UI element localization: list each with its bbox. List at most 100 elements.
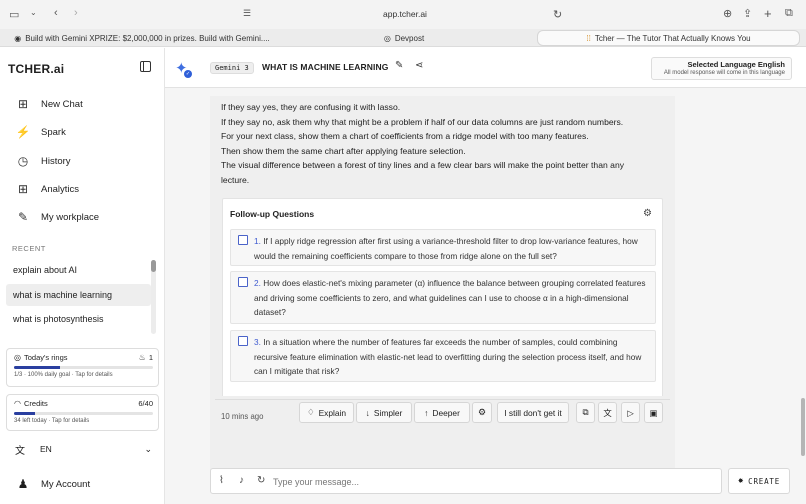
followup-title: Follow-up Questions [230, 209, 315, 219]
microphone-icon[interactable]: ♪ [239, 475, 244, 486]
followup-questions: Follow-up Questions ⚙ 1. If I apply ridg… [222, 198, 663, 409]
tab-bar: ◉ Build with Gemini XPRIZE: $2,000,000 i… [0, 29, 806, 47]
download-icon[interactable]: ⊕ [723, 7, 732, 20]
chat-header: ✦ ✓ Gemini 3 WHAT IS MACHINE LEARNING ✎ … [165, 48, 806, 88]
page-settings-icon[interactable]: ☰ [243, 8, 251, 19]
followup-question[interactable]: 1. If I apply ridge regression after fir… [230, 229, 656, 266]
message-line: lecture. [221, 175, 250, 185]
explain-button[interactable]: ♢ Explain [299, 402, 354, 423]
translate-icon: 文 [15, 445, 25, 457]
verified-badge-icon: ✓ [184, 70, 192, 78]
new-chat-icon: ⊞ [17, 97, 29, 111]
question-checkbox[interactable] [238, 277, 248, 287]
brand-logo[interactable]: TCH⁠ER.ai [8, 62, 64, 76]
new-tab-icon[interactable]: + [764, 6, 772, 21]
sidebar-toggle-icon[interactable]: ▭ [9, 8, 19, 21]
message-line: For your next class, show them a chart o… [221, 131, 589, 141]
message-actions-area: 10 mins ago ♢ Explain ↓ Simpler ↑ Deeper ⚙ … [210, 396, 675, 438]
save-button[interactable]: ▣ [644, 402, 663, 423]
save-icon: ▣ [649, 407, 658, 418]
rings-icon: ◎ [14, 353, 21, 362]
arrow-up-icon: ↑ [424, 407, 429, 418]
bolt-icon: ⚡ [15, 125, 31, 139]
followup-question[interactable]: 2. How does elastic-net's mixing paramet… [230, 271, 656, 324]
message-line: If they say no, ask them why that might … [221, 117, 624, 127]
message-input[interactable] [273, 473, 703, 490]
selected-language-box: Selected Language English All model resp… [651, 57, 792, 80]
play-button[interactable]: ▷ [621, 402, 640, 423]
devpost-favicon-icon: ◎ [383, 33, 391, 43]
recent-item[interactable]: what is photosynthesis [6, 308, 151, 330]
xprize-favicon-icon: ◉ [14, 33, 22, 43]
refresh-icon[interactable]: ↻ [257, 475, 265, 486]
followup-question[interactable]: 3. In a situation where the number of fe… [230, 330, 656, 382]
gauge-icon: ◠ [14, 399, 21, 408]
gear-icon: ⚙ [477, 407, 487, 417]
arrow-down-icon: ↓ [365, 407, 370, 418]
grid-icon: ⊞ [17, 182, 29, 196]
message-line: Then show them the same chart after appl… [221, 146, 466, 156]
tab-overview-icon[interactable]: ⧉ [785, 7, 793, 20]
sidebar-item-spark[interactable]: ⚡ Spark [0, 121, 165, 143]
dont-get-it-button[interactable]: I still don't get it [497, 402, 569, 423]
message-line: The visual difference between a forest o… [221, 160, 625, 170]
divider [215, 399, 670, 400]
tab-xprize[interactable]: ◉ Build with Gemini XPRIZE: $2,000,000 i… [14, 30, 270, 46]
deeper-button[interactable]: ↑ Deeper [414, 402, 470, 423]
tab-tcher[interactable]: ⁞⁞ Tcher — The Tutor That Actually Knows… [537, 30, 800, 46]
back-icon[interactable]: ‹ [54, 7, 58, 19]
address-bar[interactable]: app.tcher.ai [383, 9, 427, 19]
simpler-button[interactable]: ↓ Simpler [356, 402, 412, 423]
share-icon[interactable]: ⋖ [415, 60, 423, 71]
play-icon: ▷ [627, 407, 634, 418]
tab-devpost[interactable]: ◎ Devpost [276, 30, 532, 46]
sidebar: TCH⁠ER.ai ⊞ New Chat ⚡ Spark ◷ History ⊞… [0, 48, 165, 504]
copy-icon: ⧉ [582, 407, 589, 417]
chat-title: WHAT IS MACHINE LEARNING [262, 62, 389, 72]
credits-card[interactable]: ◠ Credits 6/40 34 left today · Tap for d… [6, 394, 159, 431]
sidebar-item-analytics[interactable]: ⊞ Analytics [0, 178, 165, 200]
rings-details: 1/3 · 100% daily goal · Tap for details [14, 372, 113, 378]
model-badge[interactable]: Gemini 3 [210, 62, 254, 74]
message-composer: ⌇ ♪ ↻ [210, 468, 722, 494]
collapse-sidebar-icon[interactable] [140, 61, 151, 72]
question-checkbox[interactable] [238, 336, 248, 346]
browser-toolbar: ▭ ⌄ ‹ › ☰ app.tcher.ai ↻ ⊕ ⇪ + ⧉ [0, 0, 806, 29]
translate-button[interactable]: 文 [598, 402, 617, 423]
reload-icon[interactable]: ↻ [553, 8, 562, 21]
sidebar-item-new-chat[interactable]: ⊞ New Chat [0, 93, 165, 115]
sidebar-item-workplace[interactable]: ✎ My workplace [0, 206, 165, 228]
forward-icon[interactable]: › [74, 7, 78, 19]
recent-item[interactable]: what is machine learning [6, 284, 151, 306]
rename-icon[interactable]: ✎ [395, 60, 403, 71]
copy-button[interactable]: ⧉ [576, 402, 595, 423]
edit-icon: ✎ [17, 210, 29, 224]
recent-item[interactable]: explain about AI [6, 259, 151, 281]
gear-icon[interactable]: ⚙ [643, 208, 652, 219]
flame-icon: ♨ [138, 353, 146, 362]
sparkle-icon: ✸ [737, 476, 745, 486]
chevron-down-icon[interactable]: ⌄ [30, 8, 37, 17]
message-line: If they say yes, they are confusing it w… [221, 102, 401, 112]
sidebar-item-history[interactable]: ◷ History [0, 150, 165, 172]
attach-icon[interactable]: ⌇ [219, 475, 224, 486]
chevron-down-icon: ⌄ [144, 443, 152, 454]
credits-details: 34 left today · Tap for details [14, 418, 90, 424]
clock-icon: ◷ [17, 154, 29, 168]
create-button[interactable]: ✸ CREATE [728, 468, 790, 494]
user-icon: ♟ [17, 477, 29, 491]
language-selector[interactable]: 文 EN ⌄ [0, 439, 165, 459]
tcher-favicon-icon: ⁞⁞ [586, 33, 591, 43]
translate-icon: 文 [603, 407, 612, 418]
lightbulb-icon: ♢ [306, 407, 315, 417]
recent-scrollbar-thumb[interactable] [151, 260, 156, 272]
message-timestamp: 10 mins ago [221, 412, 264, 421]
main-panel: ✦ ✓ Gemini 3 WHAT IS MACHINE LEARNING ✎ … [165, 48, 806, 504]
sidebar-item-account[interactable]: ♟ My Account [0, 473, 165, 495]
recent-heading: RECENT [12, 244, 46, 253]
main-scrollbar[interactable] [801, 398, 805, 456]
rings-card[interactable]: ◎ Today's rings ♨ 1 1/3 · 100% daily goa… [6, 348, 159, 387]
question-checkbox[interactable] [238, 235, 248, 245]
share-icon[interactable]: ⇪ [743, 7, 752, 20]
action-settings-button[interactable]: ⚙ [472, 402, 492, 423]
